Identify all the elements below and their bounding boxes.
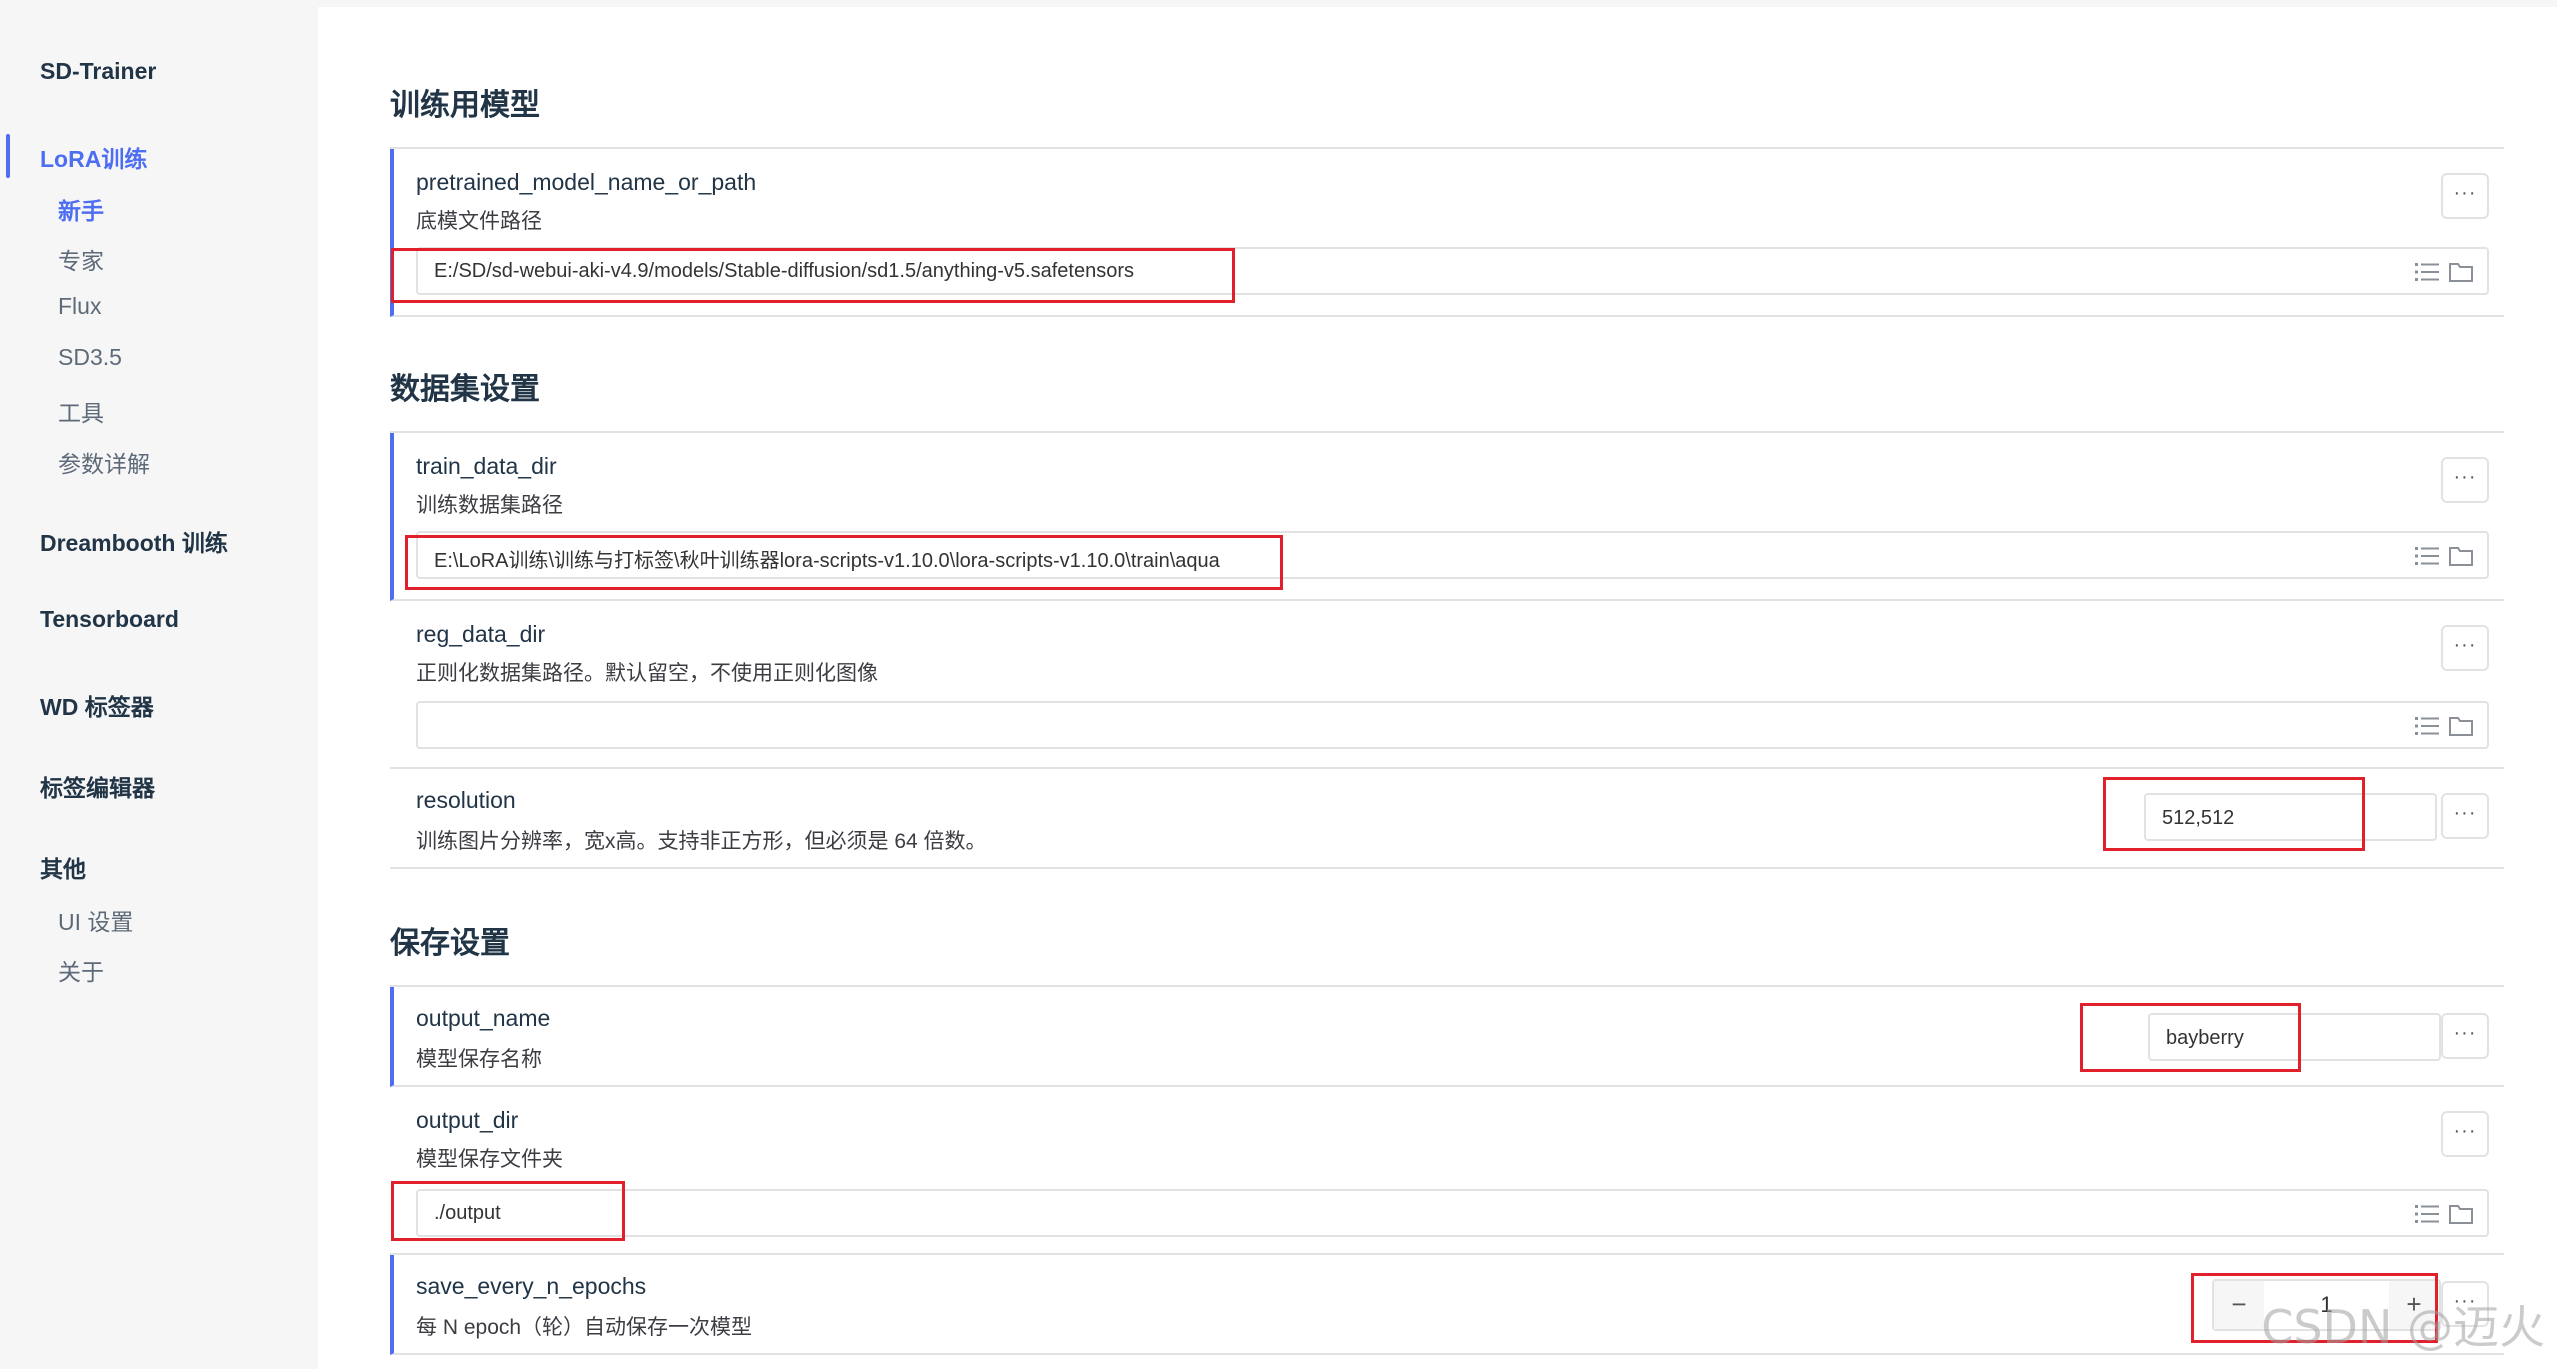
folder-icon[interactable]	[2449, 261, 2473, 283]
more-options-button[interactable]: ···	[2441, 1111, 2489, 1157]
field-name: pretrained_model_name_or_path	[416, 169, 757, 195]
folder-icon[interactable]	[2449, 715, 2473, 737]
nav-group-wd-tagger[interactable]: WD 标签器	[40, 688, 154, 722]
output-name-input[interactable]: bayberry	[2148, 1013, 2441, 1061]
input-value: ./output	[434, 1202, 501, 1224]
input-value: bayberry	[2166, 1027, 2244, 1049]
reg-data-dir-input[interactable]	[416, 701, 2489, 749]
list-icon[interactable]	[2415, 715, 2439, 737]
field-name: output_dir	[416, 1107, 519, 1133]
more-options-button[interactable]: ···	[2441, 173, 2489, 219]
nav-item-param-details[interactable]: 参数详解	[58, 445, 150, 479]
sidebar: SD-Trainer LoRA训练 新手 专家 Flux SD3.5 工具 参数…	[0, 0, 318, 1369]
field-row-output-name: output_name 模型保存名称 bayberry ···	[390, 987, 2504, 1087]
field-row-reg-data-dir: reg_data_dir 正则化数据集路径。默认留空，不使用正则化图像 ···	[390, 601, 2504, 769]
pretrained-path-input[interactable]: E:/SD/sd-webui-aki-v4.9/models/Stable-di…	[416, 247, 2489, 295]
nav-group-dreambooth[interactable]: Dreambooth 训练	[40, 524, 228, 558]
field-description: 每 N epoch（轮）自动保存一次模型	[416, 1316, 753, 1339]
train-data-dir-input[interactable]: E:\LoRA训练\训练与打标签\秋叶训练器lora-scripts-v1.10…	[416, 531, 2489, 579]
nav-group-other[interactable]: 其他	[40, 850, 86, 884]
nav-group-tag-editor[interactable]: 标签编辑器	[40, 769, 155, 803]
field-description: 训练数据集路径	[416, 494, 563, 517]
input-value: 512,512	[2162, 807, 2235, 829]
field-description: 模型保存文件夹	[416, 1148, 563, 1171]
list-icon[interactable]	[2415, 261, 2439, 283]
field-description: 正则化数据集路径。默认留空，不使用正则化图像	[416, 662, 878, 685]
input-value: E:/SD/sd-webui-aki-v4.9/models/Stable-di…	[434, 260, 1134, 282]
nav-item-flux[interactable]: Flux	[58, 293, 101, 320]
field-description: 底模文件路径	[416, 210, 542, 233]
field-row-train-data-dir: train_data_dir 训练数据集路径 ··· E:\LoRA训练\训练与…	[390, 433, 2504, 601]
folder-icon[interactable]	[2449, 545, 2473, 567]
nav-group-tensorboard[interactable]: Tensorboard	[40, 606, 179, 633]
more-options-button[interactable]: ···	[2441, 1013, 2489, 1059]
resolution-input[interactable]: 512,512	[2144, 793, 2437, 841]
nav-item-sd35[interactable]: SD3.5	[58, 344, 122, 371]
decrement-button[interactable]: −	[2214, 1281, 2264, 1329]
active-indicator	[6, 134, 10, 178]
field-row-pretrained: pretrained_model_name_or_path 底模文件路径 ···…	[390, 149, 2504, 317]
folder-icon[interactable]	[2449, 1203, 2473, 1225]
list-icon[interactable]	[2415, 545, 2439, 567]
field-row-output-dir: output_dir 模型保存文件夹 ··· ./output	[390, 1087, 2504, 1255]
more-options-button[interactable]: ···	[2441, 793, 2489, 839]
input-value: E:\LoRA训练\训练与打标签\秋叶训练器lora-scripts-v1.10…	[434, 550, 1220, 572]
nav-item-ui-settings[interactable]: UI 设置	[58, 903, 133, 937]
watermark: CSDN @迈火	[2261, 1300, 2545, 1354]
nav-item-about[interactable]: 关于	[58, 953, 104, 987]
output-dir-input[interactable]: ./output	[416, 1189, 2489, 1237]
more-options-button[interactable]: ···	[2441, 625, 2489, 671]
field-row-save-every-n-epochs: save_every_n_epochs 每 N epoch（轮）自动保存一次模型…	[390, 1255, 2504, 1355]
nav-item-expert[interactable]: 专家	[58, 242, 104, 276]
section-title-save: 保存设置	[390, 927, 510, 960]
field-name: output_name	[416, 1005, 551, 1031]
field-row-resolution: resolution 训练图片分辨率，宽x高。支持非正方形，但必须是 64 倍数…	[390, 769, 2504, 869]
field-name: reg_data_dir	[416, 621, 546, 647]
list-icon[interactable]	[2415, 1203, 2439, 1225]
nav-item-beginner[interactable]: 新手	[58, 192, 104, 226]
field-name: train_data_dir	[416, 453, 557, 479]
field-description: 模型保存名称	[416, 1048, 542, 1071]
field-name: resolution	[416, 787, 516, 813]
field-name: save_every_n_epochs	[416, 1273, 647, 1299]
more-options-button[interactable]: ···	[2441, 457, 2489, 503]
section-title-dataset: 数据集设置	[390, 373, 540, 406]
brand-title[interactable]: SD-Trainer	[40, 58, 156, 85]
top-divider	[318, 0, 2557, 7]
field-description: 训练图片分辨率，宽x高。支持非正方形，但必须是 64 倍数。	[416, 830, 987, 853]
section-title-model: 训练用模型	[390, 89, 540, 122]
nav-group-lora[interactable]: LoRA训练	[40, 140, 147, 174]
nav-item-tools[interactable]: 工具	[58, 394, 104, 428]
